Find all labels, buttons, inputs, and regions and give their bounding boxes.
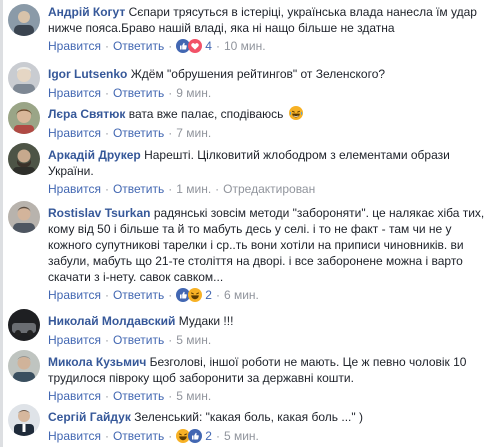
avatar[interactable] xyxy=(8,309,40,341)
comment-actions: Нравится · Ответить · 2 · 5 мин. xyxy=(48,428,259,444)
reply-link[interactable]: Ответить xyxy=(113,332,164,348)
comment-text: вата вже палає, сподіваюсь xyxy=(128,107,284,121)
love-reaction-icon xyxy=(188,39,203,53)
separator: · xyxy=(168,39,173,53)
comment-body: Николай Молдавский Мудаки !!! xyxy=(48,313,486,329)
comment-author[interactable]: Андрій Когут xyxy=(48,5,125,19)
comment-actions: Нравится · Ответить · 9 мин. xyxy=(48,85,211,101)
reply-link[interactable]: Ответить xyxy=(113,85,164,101)
separator: · xyxy=(168,429,173,443)
like-link[interactable]: Нравится xyxy=(48,181,101,197)
separator: · xyxy=(215,288,220,302)
comment-author[interactable]: Николай Молдавский xyxy=(48,314,175,328)
reactions-summary[interactable]: 2 xyxy=(176,287,212,303)
comment-actions: Нравится · Ответить · 5 мин. xyxy=(48,332,211,348)
like-link[interactable]: Нравится xyxy=(48,332,101,348)
comment-time[interactable]: 1 мин. xyxy=(176,181,211,197)
separator: · xyxy=(168,126,173,140)
reply-link[interactable]: Ответить xyxy=(113,181,164,197)
comment-actions: Нравится · Ответить · 2 · 6 мин. xyxy=(48,287,259,303)
reaction-count: 2 xyxy=(205,429,212,443)
separator: · xyxy=(215,429,220,443)
comment-actions: Нравится · Ответить · 5 мин. xyxy=(48,388,211,404)
comment-time[interactable]: 7 мин. xyxy=(176,125,211,141)
comment-body: Лєра Святюк вата вже палає, сподіваюсь xyxy=(48,106,486,122)
comment-author[interactable]: Rostislav Tsurkan xyxy=(48,206,150,220)
separator: · xyxy=(104,288,109,302)
avatar[interactable] xyxy=(8,102,40,134)
like-link[interactable]: Нравится xyxy=(48,38,101,54)
comment-body: Микола Кузьмич Безголові, іншої роботи н… xyxy=(48,354,486,386)
haha-reaction-icon xyxy=(188,288,203,302)
comment-actions: Нравится · Ответить · 1 мин. · Отредакти… xyxy=(48,181,315,197)
avatar[interactable] xyxy=(8,404,40,436)
avatar[interactable] xyxy=(8,62,40,94)
comment-time[interactable]: 5 мин. xyxy=(224,428,259,444)
like-reaction-icon xyxy=(188,429,203,443)
comment-text: Ждём "обрушения рейтингов" от Зеленского… xyxy=(130,67,386,81)
reply-link[interactable]: Ответить xyxy=(113,38,164,54)
separator: · xyxy=(104,333,109,347)
like-link[interactable]: Нравится xyxy=(48,388,101,404)
comment-body: Сергій Гайдук Зеленський: "какая боль, к… xyxy=(48,409,486,425)
reactions-summary[interactable]: 4 xyxy=(176,38,212,54)
comment-text: Мудаки !!! xyxy=(178,314,234,328)
reply-link[interactable]: Ответить xyxy=(113,125,164,141)
separator: · xyxy=(104,86,109,100)
separator: · xyxy=(104,429,109,443)
comment-text: Зеленський: "какая боль, какая боль ..."… xyxy=(134,410,363,424)
comment-actions: Нравится · Ответить · 7 мин. xyxy=(48,125,211,141)
reaction-count: 4 xyxy=(205,39,212,53)
comment-time[interactable]: 6 мин. xyxy=(224,287,259,303)
like-link[interactable]: Нравится xyxy=(48,125,101,141)
separator: · xyxy=(168,288,173,302)
avatar[interactable] xyxy=(8,143,40,175)
separator: · xyxy=(168,182,173,196)
comment-author[interactable]: Сергій Гайдук xyxy=(48,410,131,424)
comment-author[interactable]: Igor Lutsenko xyxy=(48,67,127,81)
comment-time[interactable]: 5 мин. xyxy=(176,332,211,348)
reactions-summary[interactable]: 2 xyxy=(176,428,212,444)
laughing-emoji-icon xyxy=(288,106,303,120)
comment-body: Аркадій Друкер Нарешті. Цілковитий жлобо… xyxy=(48,147,486,179)
separator: · xyxy=(168,86,173,100)
comment-author[interactable]: Лєра Святюк xyxy=(48,107,125,121)
reaction-count: 2 xyxy=(205,288,212,302)
separator: · xyxy=(215,39,220,53)
separator: · xyxy=(104,126,109,140)
separator: · xyxy=(168,389,173,403)
reply-link[interactable]: Ответить xyxy=(113,428,164,444)
left-edge-divider xyxy=(0,0,3,447)
reply-link[interactable]: Ответить xyxy=(113,388,164,404)
avatar[interactable] xyxy=(8,4,40,36)
avatar[interactable] xyxy=(8,201,40,233)
comment-body: Igor Lutsenko Ждём "обрушения рейтингов"… xyxy=(48,66,486,82)
comment-actions: Нравится · Ответить · 4 · 10 мин. xyxy=(48,38,266,54)
like-link[interactable]: Нравится xyxy=(48,85,101,101)
like-link[interactable]: Нравится xyxy=(48,428,101,444)
like-link[interactable]: Нравится xyxy=(48,287,101,303)
separator: · xyxy=(104,182,109,196)
separator: · xyxy=(168,333,173,347)
separator: · xyxy=(104,389,109,403)
edited-label[interactable]: Отредактирован xyxy=(223,181,315,197)
separator: · xyxy=(215,182,220,196)
comment-author[interactable]: Микола Кузьмич xyxy=(48,355,146,369)
comment-time[interactable]: 10 мин. xyxy=(224,38,266,54)
comment-body: Андрій Когут Сєпари трясуться в істеріці… xyxy=(48,4,486,36)
comment-time[interactable]: 5 мин. xyxy=(176,388,211,404)
comment-body: Rostislav Tsurkan радянські зовсім метод… xyxy=(48,205,486,285)
comment-time[interactable]: 9 мин. xyxy=(176,85,211,101)
avatar[interactable] xyxy=(8,350,40,382)
reply-link[interactable]: Ответить xyxy=(113,287,164,303)
separator: · xyxy=(104,39,109,53)
comment-author[interactable]: Аркадій Друкер xyxy=(48,148,141,162)
